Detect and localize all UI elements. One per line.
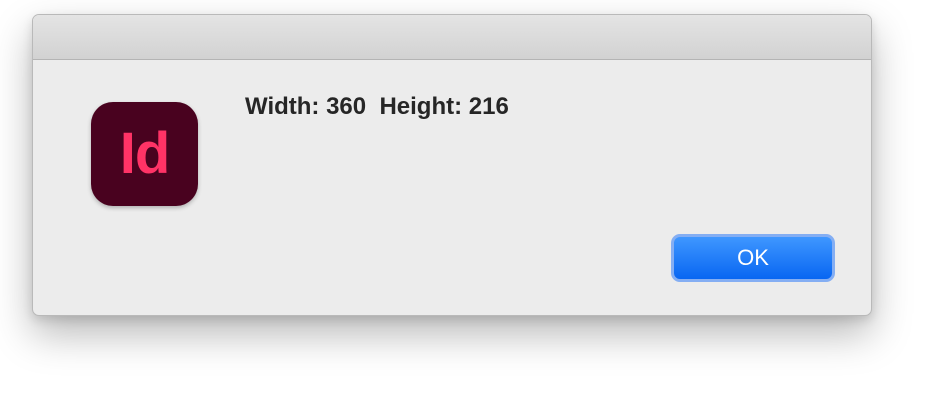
alert-dialog: Id Width: 360 Height: 216 OK (32, 14, 872, 316)
app-icon-text: Id (119, 120, 171, 186)
dialog-message: Width: 360 Height: 216 (245, 93, 509, 120)
indesign-app-icon: Id (91, 102, 198, 206)
ok-button[interactable]: OK (671, 234, 835, 282)
dialog-title-bar[interactable] (33, 15, 871, 60)
